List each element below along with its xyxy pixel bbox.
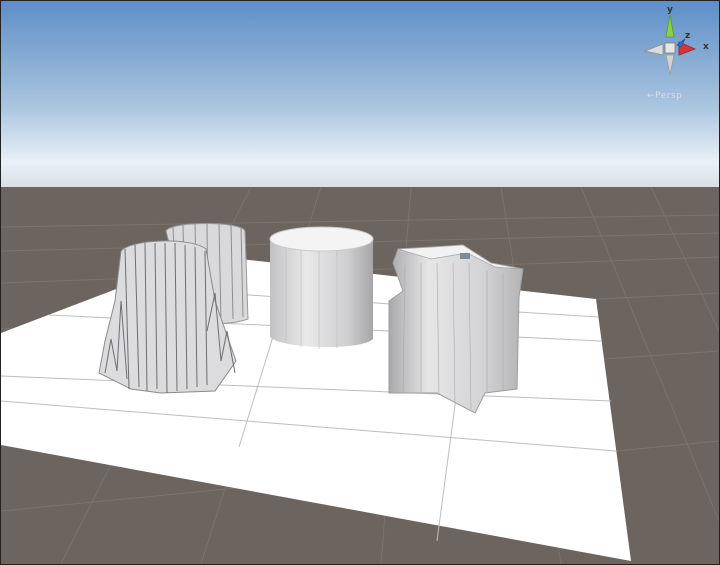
scene-render[interactable] (1, 1, 719, 564)
scene-viewport[interactable]: y z x ←Persp (0, 0, 720, 565)
cylinder-mesh[interactable] (269, 226, 374, 349)
star-prism-mesh[interactable] (388, 244, 524, 414)
gizmo-axis-y-label: y (667, 5, 673, 15)
gizmo-axis-x-label: x (703, 42, 709, 52)
sky-background (1, 1, 719, 191)
orientation-gizmo[interactable]: y z x (637, 5, 717, 85)
projection-mode-label[interactable]: ←Persp (647, 91, 682, 101)
gizmo-axis-z-label: z (685, 31, 691, 41)
